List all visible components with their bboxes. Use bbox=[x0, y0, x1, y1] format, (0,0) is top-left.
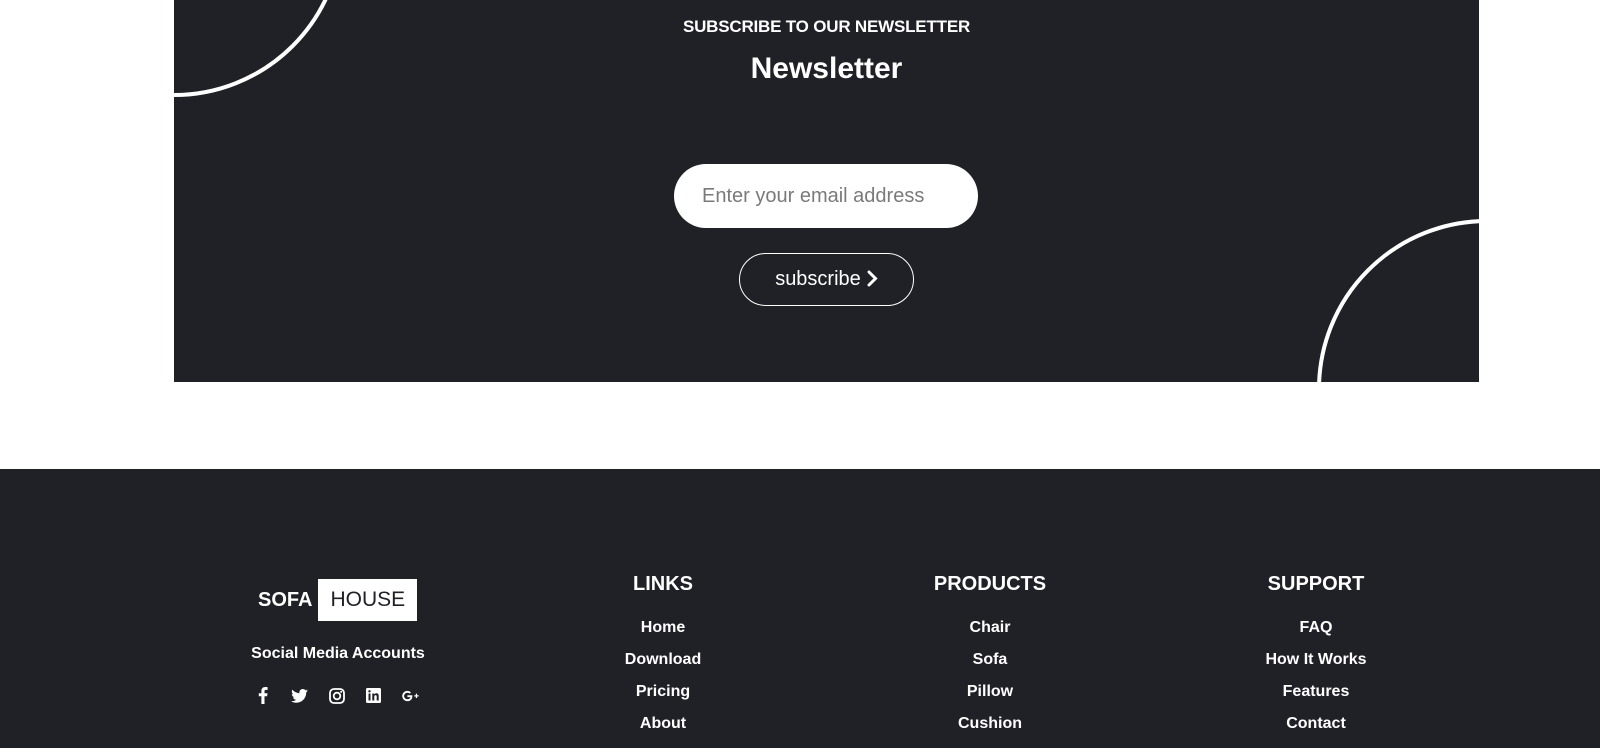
site-footer: SOFA HOUSE Social Media Accounts LINKS H… bbox=[0, 469, 1600, 748]
logo-house: HOUSE bbox=[318, 579, 418, 621]
footer-column-products: PRODUCTS Chair Sofa Pillow Cushion bbox=[890, 573, 1090, 740]
footer-link-download[interactable]: Download bbox=[563, 644, 763, 676]
instagram-icon[interactable] bbox=[328, 687, 345, 704]
logo-sofa: SOFA bbox=[258, 588, 313, 611]
newsletter-section: SUBSCRIBE TO OUR NEWSLETTER Newsletter s… bbox=[174, 0, 1479, 382]
newsletter-eyebrow: SUBSCRIBE TO OUR NEWSLETTER bbox=[682, 17, 971, 36]
email-input[interactable] bbox=[674, 164, 978, 228]
subscribe-button[interactable]: subscribe bbox=[739, 253, 914, 306]
footer-link-contact[interactable]: Contact bbox=[1216, 708, 1416, 740]
footer-link-how-it-works[interactable]: How It Works bbox=[1216, 644, 1416, 676]
footer-column-title: PRODUCTS bbox=[933, 573, 1047, 595]
footer-link-pillow[interactable]: Pillow bbox=[890, 676, 1090, 708]
footer-link-about[interactable]: About bbox=[563, 708, 763, 740]
footer-column-title: SUPPORT bbox=[1267, 573, 1365, 595]
social-icons bbox=[254, 687, 419, 704]
footer-link-chair[interactable]: Chair bbox=[890, 612, 1090, 644]
linkedin-icon[interactable] bbox=[365, 687, 382, 704]
footer-column-title: LINKS bbox=[633, 573, 693, 595]
decorative-circle-bottom-right bbox=[1317, 219, 1479, 382]
footer-link-faq[interactable]: FAQ bbox=[1216, 612, 1416, 644]
footer-link-home[interactable]: Home bbox=[563, 612, 763, 644]
facebook-icon[interactable] bbox=[254, 687, 271, 704]
footer-column-support: SUPPORT FAQ How It Works Features Contac… bbox=[1216, 573, 1416, 740]
footer-link-features[interactable]: Features bbox=[1216, 676, 1416, 708]
google-plus-icon[interactable] bbox=[402, 687, 419, 704]
footer-link-cushion[interactable]: Cushion bbox=[890, 708, 1090, 740]
twitter-icon[interactable] bbox=[291, 687, 308, 704]
social-media-label: Social Media Accounts bbox=[251, 645, 425, 662]
chevron-right-icon bbox=[867, 269, 878, 291]
footer-column-links: LINKS Home Download Pricing About bbox=[563, 573, 763, 740]
footer-link-pricing[interactable]: Pricing bbox=[563, 676, 763, 708]
logo[interactable]: SOFA HOUSE bbox=[258, 579, 418, 621]
subscribe-button-label: subscribe bbox=[775, 268, 861, 290]
newsletter-title: Newsletter bbox=[750, 52, 903, 85]
footer-link-sofa[interactable]: Sofa bbox=[890, 644, 1090, 676]
